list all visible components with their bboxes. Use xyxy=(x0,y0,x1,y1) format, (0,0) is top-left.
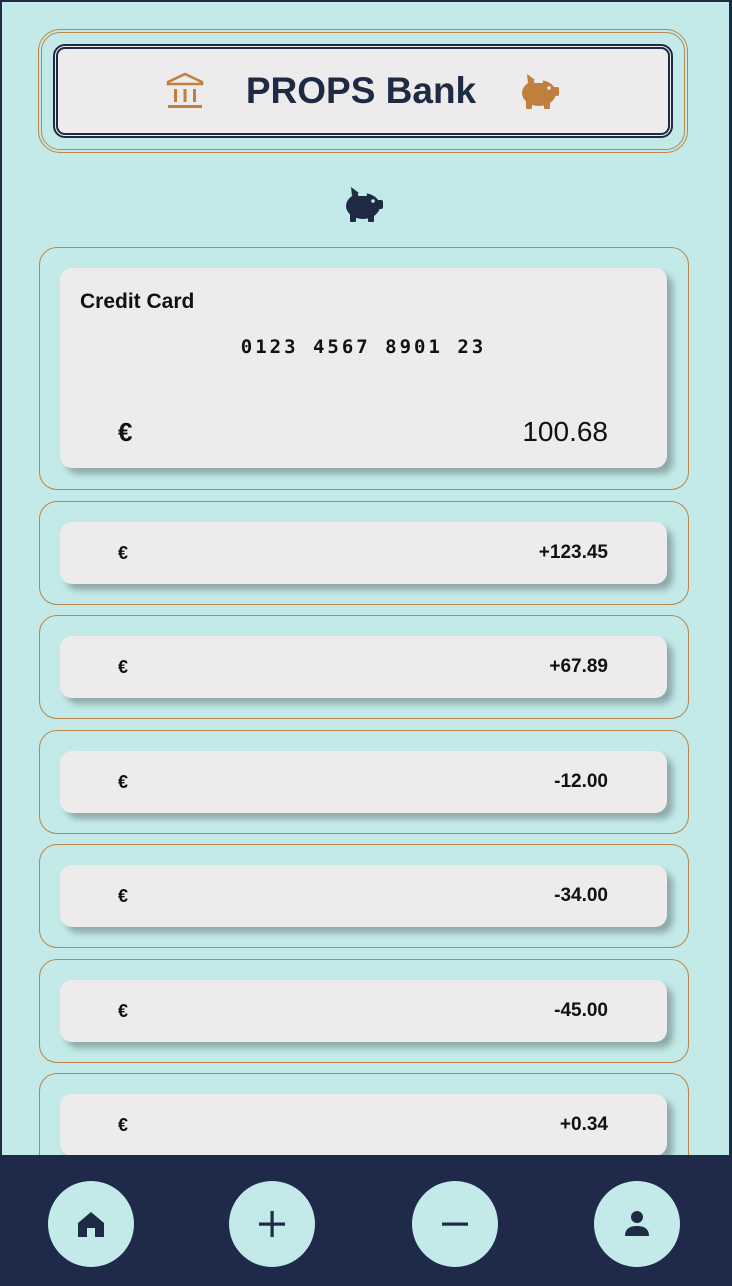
piggy-bank-icon xyxy=(342,184,384,229)
transaction-card[interactable]: € -34.00 xyxy=(60,865,667,927)
account-card-frame[interactable]: Credit Card 0123 4567 8901 23 € 100.68 xyxy=(39,247,689,490)
page-title: PROPS Bank xyxy=(245,70,477,111)
transaction-card[interactable]: € +123.45 xyxy=(60,522,667,584)
window-edge-left xyxy=(0,0,2,1286)
minus-icon xyxy=(440,1209,470,1239)
transaction-currency: € xyxy=(118,1115,129,1135)
transaction-currency: € xyxy=(118,657,129,677)
card-number: 0123 4567 8901 23 xyxy=(240,336,487,358)
card-balance: 100.68 xyxy=(522,416,608,447)
home-icon xyxy=(76,1209,106,1239)
transaction-item[interactable]: € -45.00 xyxy=(39,959,689,1063)
app-header: PROPS Bank xyxy=(38,29,688,153)
transaction-currency: € xyxy=(118,886,129,906)
transaction-card[interactable]: € +0.34 xyxy=(60,1094,667,1156)
app-header-panel: PROPS Bank xyxy=(53,44,673,138)
home-button[interactable] xyxy=(48,1181,134,1267)
withdraw-button[interactable] xyxy=(412,1181,498,1267)
transaction-currency: € xyxy=(118,772,129,792)
card-title: Credit Card xyxy=(80,290,195,313)
transaction-amount: +67.89 xyxy=(549,656,608,677)
transaction-item[interactable]: € -12.00 xyxy=(39,730,689,834)
card-currency: € xyxy=(118,417,133,447)
transaction-amount: -12.00 xyxy=(554,771,608,792)
window-edge-top xyxy=(0,0,732,2)
transaction-currency: € xyxy=(118,543,129,563)
bank-icon xyxy=(166,72,204,110)
transaction-currency: € xyxy=(118,1001,129,1021)
transaction-item[interactable]: € +123.45 xyxy=(39,501,689,605)
transaction-card[interactable]: € -45.00 xyxy=(60,980,667,1042)
deposit-button[interactable] xyxy=(229,1181,315,1267)
transaction-amount: +123.45 xyxy=(538,542,608,563)
credit-card[interactable]: Credit Card 0123 4567 8901 23 € 100.68 xyxy=(60,268,667,468)
bottom-navigation xyxy=(0,1155,732,1286)
transaction-card[interactable]: € +67.89 xyxy=(60,636,667,698)
transaction-item[interactable]: € -34.00 xyxy=(39,844,689,948)
person-icon xyxy=(622,1209,652,1239)
transaction-amount: +0.34 xyxy=(559,1114,608,1135)
transaction-amount: -34.00 xyxy=(554,885,608,906)
profile-button[interactable] xyxy=(594,1181,680,1267)
transaction-card[interactable]: € -12.00 xyxy=(60,751,667,813)
transaction-item[interactable]: € +67.89 xyxy=(39,615,689,719)
plus-icon xyxy=(257,1209,287,1239)
transaction-amount: -45.00 xyxy=(554,1000,608,1021)
piggy-bank-icon xyxy=(518,71,560,111)
